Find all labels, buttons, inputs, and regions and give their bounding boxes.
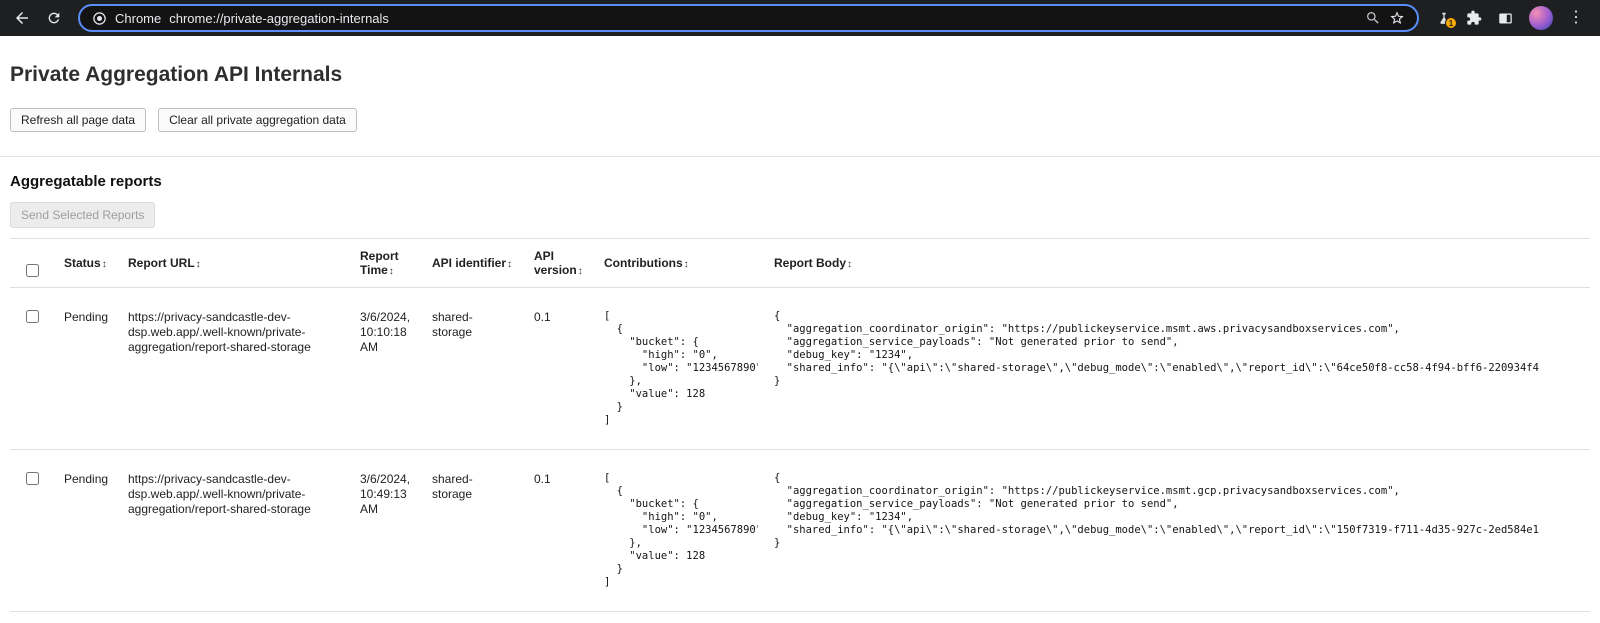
report-time: 3/6/2024, 10:10:18 AM [352,288,424,450]
col-header-label: Report URL [128,256,195,270]
browser-menu-icon[interactable]: ⋮ [1568,10,1584,26]
omnibox-url: chrome://private-aggregation-internals [169,11,389,26]
col-header-status[interactable]: Status↕ [56,239,120,288]
report-url: https://privacy-sandcastle-dev-dsp.web.a… [120,288,352,450]
refresh-all-button[interactable]: Refresh all page data [10,108,146,132]
report-time: 3/6/2024, 10:49:13 AM [352,450,424,612]
table-header-row: Status↕ Report URL↕ Report Time↕ API ide… [10,239,1590,288]
col-header-label: Report Body [774,256,846,270]
sort-icon[interactable]: ↕ [196,259,201,270]
col-header-label: API version [534,249,577,277]
clear-all-button[interactable]: Clear all private aggregation data [158,108,357,132]
omnibox-site-label: Chrome [115,11,161,26]
address-bar[interactable]: Chrome chrome://private-aggregation-inte… [78,4,1419,32]
toolbar-right-icons: 1 ⋮ [1429,6,1592,30]
col-header-api-identifier[interactable]: API identifier↕ [424,239,526,288]
select-report-checkbox[interactable] [26,472,39,485]
section-divider [0,156,1600,157]
api-version: 0.1 [526,450,596,612]
col-header-label: Status [64,256,101,270]
sort-icon[interactable]: ↕ [847,259,852,270]
pinned-extension-icon[interactable]: 1 [1437,11,1451,25]
extensions-icon[interactable] [1466,10,1482,26]
sort-icon[interactable]: ↕ [507,259,512,270]
col-header-label: Contributions [604,256,683,270]
api-identifier: shared-storage [424,450,526,612]
report-status: Pending [56,450,120,612]
report-body-json: { "aggregation_coordinator_origin": "htt… [774,472,1582,550]
col-header-api-version[interactable]: API version↕ [526,239,596,288]
sort-icon[interactable]: ↕ [684,259,689,270]
select-report-checkbox[interactable] [26,310,39,323]
profile-avatar[interactable] [1529,6,1553,30]
contributions-json: [ { "bucket": { "high": "0", "low": "123… [604,472,758,589]
zoom-icon[interactable] [1365,10,1381,26]
report-url: https://privacy-sandcastle-dev-dsp.web.a… [120,450,352,612]
contributions-json: [ { "bucket": { "high": "0", "low": "123… [604,310,758,427]
side-panel-icon[interactable] [1497,11,1514,26]
col-header-report-body[interactable]: Report Body↕ [766,239,1590,288]
back-button[interactable] [8,4,36,32]
chrome-logo-icon [92,11,107,26]
send-selected-button[interactable]: Send Selected Reports [10,202,155,228]
col-header-report-time[interactable]: Report Time↕ [352,239,424,288]
sort-icon[interactable]: ↕ [389,266,394,277]
reload-icon [46,10,62,26]
col-header-label: API identifier [432,256,506,270]
api-version: 0.1 [526,288,596,450]
report-status: Pending [56,288,120,450]
sort-icon[interactable]: ↕ [102,259,107,270]
col-header-report-url[interactable]: Report URL↕ [120,239,352,288]
col-header-contributions[interactable]: Contributions↕ [596,239,766,288]
sort-icon[interactable]: ↕ [578,266,583,277]
back-icon [13,9,31,27]
bookmark-star-icon[interactable] [1389,10,1405,26]
reports-table: Status↕ Report URL↕ Report Time↕ API ide… [10,238,1590,612]
page-content: Private Aggregation API Internals Refres… [0,62,1600,612]
report-body-json: { "aggregation_coordinator_origin": "htt… [774,310,1582,388]
page-actions: Refresh all page data Clear all private … [10,108,1590,132]
page-title: Private Aggregation API Internals [10,62,1590,88]
extension-badge: 1 [1445,17,1457,29]
select-all-checkbox[interactable] [26,264,39,277]
section-title: Aggregatable reports [10,173,1590,190]
api-identifier: shared-storage [424,288,526,450]
browser-toolbar: Chrome chrome://private-aggregation-inte… [0,0,1600,36]
reload-button[interactable] [40,4,68,32]
table-row[interactable]: Pending https://privacy-sandcastle-dev-d… [10,288,1590,450]
table-row[interactable]: Pending https://privacy-sandcastle-dev-d… [10,450,1590,612]
